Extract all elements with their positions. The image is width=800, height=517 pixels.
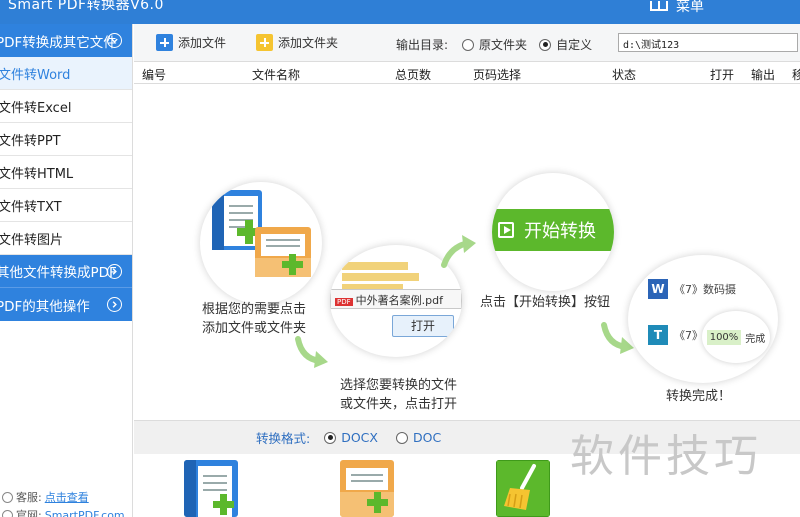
word-icon: W [648, 279, 668, 299]
output-dir-group: 输出目录: 原文件夹 自定义 [396, 36, 592, 53]
toolbar: 添加文件 添加文件夹 输出目录: 原文件夹 自定义 d:\测试123 [134, 24, 800, 62]
step-arrow-2 [441, 235, 476, 268]
col-filename: 文件名称 [252, 68, 301, 82]
step1-bubble [200, 182, 322, 304]
sidebar-section-other-to-pdf[interactable]: 其他文件转换成PDF [0, 255, 132, 288]
add-folder-icon [340, 460, 394, 517]
guide-area: 根据您的需要点击 添加文件或文件夹 PDF 中外著名案例.pdf 打开 选择您要转… [134, 85, 800, 419]
sidebar-item-to-word[interactable]: 文件转Word [0, 57, 132, 90]
col-page-select: 页码选择 [473, 68, 522, 82]
col-output: 输出 [751, 68, 776, 82]
big-add-file-button[interactable] [184, 460, 238, 517]
app-title: Smart PDF转换器V6.0 [8, 0, 164, 13]
step1-caption: 根据您的需要点击 添加文件或文件夹 [202, 302, 307, 336]
chevron-right-icon [107, 264, 122, 279]
add-folder-icon [256, 34, 274, 51]
sidebar-item-to-image[interactable]: 文件转图片 [0, 222, 132, 255]
option-custom-label: 自定义 [556, 38, 593, 52]
sidebar: PDF转换成其它文件 文件转Word 文件转Excel 文件转PPT 文件转HT… [0, 24, 133, 517]
add-folder-button[interactable]: 添加文件夹 [256, 34, 338, 51]
step2-caption: 选择您要转换的文件 或文件夹，点击打开 [340, 378, 458, 412]
result-row-1: W 《7》数码摄 [648, 279, 736, 299]
radio-custom-folder[interactable] [539, 38, 552, 51]
headset-icon [2, 491, 13, 503]
step3-bubble: 开始转换 [492, 173, 614, 291]
big-clear-list-button[interactable] [496, 460, 550, 517]
sidebar-item-to-ppt[interactable]: 文件转PPT [0, 123, 132, 156]
radio-format-docx[interactable] [324, 431, 337, 444]
sidebar-item-to-excel[interactable]: 文件转Excel [0, 90, 132, 123]
step3-caption: 点击【开始转换】按钮 [480, 295, 611, 310]
add-file-folder-illustration [212, 190, 311, 277]
step-arrow-1 [295, 336, 328, 368]
website-row: 官网: SmartPDF.com [0, 506, 133, 517]
txt-icon: T [648, 325, 668, 345]
step4-bubble: W 《7》数码摄 T 《7》 100% 完成 [628, 255, 778, 383]
start-convert-illustration: 开始转换 [492, 209, 614, 251]
sidebar-section-label: PDF转换成其它文件 [0, 34, 117, 51]
title-bar: Smart PDF转换器V6.0 菜单 [0, 0, 800, 24]
big-add-folder-button[interactable] [340, 460, 394, 517]
progress-complete: 100% 完成 [702, 311, 770, 363]
radio-format-doc[interactable] [395, 431, 408, 444]
add-file-label: 添加文件 [178, 36, 227, 50]
sidebar-section-pdf-other-ops[interactable]: PDF的其他操作 [0, 288, 132, 321]
sidebar-section-pdf-to-other[interactable]: PDF转换成其它文件 [0, 24, 132, 57]
chevron-right-icon [107, 297, 122, 312]
dialog-filename-field: PDF 中外著名案例.pdf [330, 289, 462, 309]
sidebar-item-to-html[interactable]: 文件转HTML [0, 156, 132, 189]
play-icon [498, 222, 514, 238]
result-row-2: T 《7》 [648, 325, 703, 345]
sidebar-section-label: PDF的其他操作 [0, 298, 90, 315]
website-link[interactable]: SmartPDF.com [45, 509, 125, 517]
service-label: 客服: [16, 491, 42, 504]
menu-button[interactable]: 菜单 [650, 0, 704, 16]
add-file-button[interactable]: 添加文件 [156, 34, 226, 51]
col-remove: 移除 [792, 68, 800, 82]
step4-caption: 转换完成！ [666, 389, 732, 404]
col-number: 编号 [142, 68, 167, 82]
service-row: 客服: 点击查看 [0, 488, 133, 506]
file-table-header: 编号 文件名称 总页数 页码选择 状态 打开 输出 移除 [134, 62, 800, 84]
globe-icon [2, 509, 13, 517]
menu-label: 菜单 [676, 0, 704, 15]
pdf-icon: PDF [335, 298, 353, 306]
format-doc-label: DOC [412, 430, 442, 445]
add-folder-label: 添加文件夹 [278, 36, 339, 50]
chevron-down-icon [107, 33, 122, 48]
sidebar-item-to-txt[interactable]: 文件转TXT [0, 189, 132, 222]
format-docx-label: DOCX [341, 430, 378, 445]
sidebar-section-label: 其他文件转换成PDF [0, 265, 117, 281]
col-total-pages: 总页数 [395, 68, 432, 82]
output-path-input[interactable]: d:\测试123 [618, 33, 798, 52]
format-label: 转换格式: [256, 431, 311, 446]
col-status: 状态 [612, 68, 637, 82]
dialog-open-button: 打开 [392, 315, 454, 337]
menu-icon [650, 1, 668, 11]
col-open: 打开 [710, 68, 735, 82]
add-file-icon [156, 34, 173, 51]
sidebar-footer: 客服: 点击查看 官网: SmartPDF.com [0, 488, 133, 517]
radio-original-folder[interactable] [462, 38, 475, 51]
service-link[interactable]: 点击查看 [45, 489, 89, 505]
add-file-icon [184, 460, 238, 517]
output-dir-label: 输出目录: [396, 38, 449, 52]
broom-icon [496, 460, 550, 517]
option-original-label: 原文件夹 [479, 38, 528, 52]
website-label: 官网: [16, 509, 42, 517]
watermark-text: 软件技巧 [570, 431, 762, 482]
